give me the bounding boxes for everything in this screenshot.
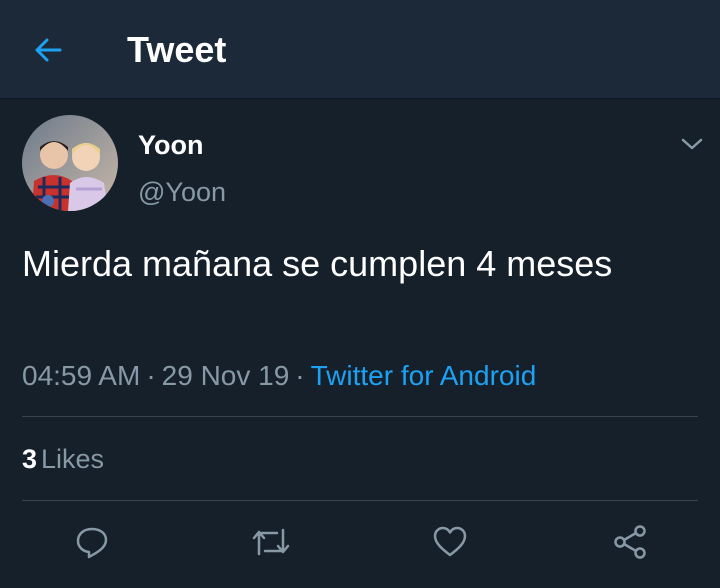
retweet-icon	[252, 528, 290, 556]
avatar[interactable]	[22, 115, 118, 211]
divider	[22, 416, 698, 417]
top-app-bar: Tweet	[0, 0, 720, 99]
back-button[interactable]	[28, 30, 68, 70]
likes-count: 3	[22, 444, 38, 474]
tweet-menu-button[interactable]	[676, 130, 708, 158]
divider	[22, 500, 698, 501]
tweet-source-link[interactable]: Twitter for Android	[311, 360, 537, 391]
reply-icon	[76, 527, 108, 559]
like-button[interactable]	[428, 520, 472, 564]
arrow-left-icon	[35, 38, 62, 62]
separator: ·	[146, 360, 156, 391]
likes-summary[interactable]: 3 Likes	[22, 442, 104, 476]
retweet-button[interactable]	[249, 520, 293, 564]
share-button[interactable]	[608, 520, 652, 564]
tweet-time: 04:59 AM	[22, 360, 141, 391]
chevron-down-icon	[681, 138, 703, 150]
share-icon	[614, 525, 646, 559]
tweet-text: Mierda mañana se cumplen 4 meses	[22, 243, 613, 284]
display-name[interactable]: Yoon	[138, 128, 203, 162]
tweet-detail-screen: Tweet Yoon @Yoon Mierda mañana se cumple…	[0, 0, 720, 588]
avatar-image	[22, 115, 118, 211]
user-handle[interactable]: @Yoon	[138, 175, 226, 209]
reply-button[interactable]	[70, 520, 114, 564]
page-title: Tweet	[127, 29, 227, 70]
likes-label: Likes	[41, 444, 105, 474]
separator: ·	[295, 360, 305, 391]
tweet-meta: 04:59 AM · 29 Nov 19 · Twitter for Android	[22, 358, 536, 394]
bottom-edge	[0, 582, 720, 588]
tweet-date: 29 Nov 19	[161, 360, 290, 391]
heart-icon	[433, 526, 467, 557]
